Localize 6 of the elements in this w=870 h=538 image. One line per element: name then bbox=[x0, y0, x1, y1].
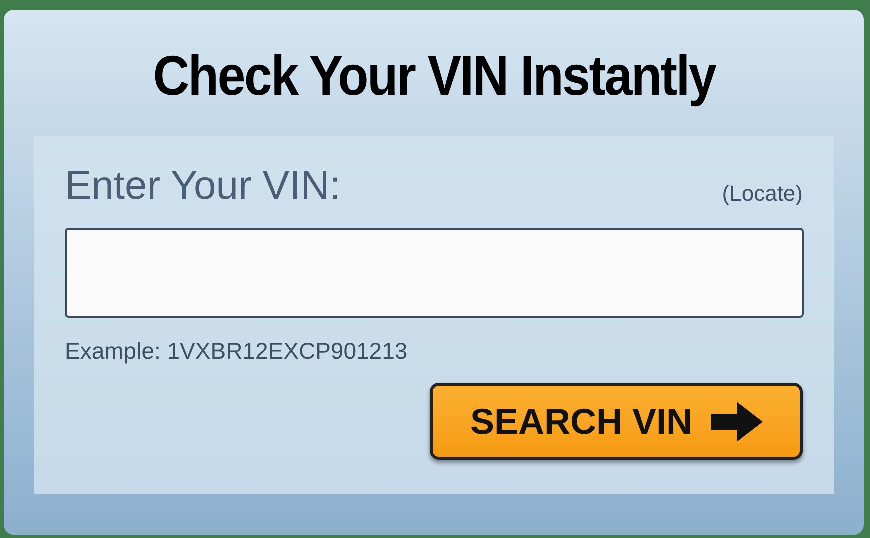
arrow-icon bbox=[710, 402, 763, 442]
example-text: Example: 1VXBR12EXCP901213 bbox=[65, 340, 409, 363]
field-label: Enter Your VIN: bbox=[65, 166, 341, 206]
vin-input-field[interactable] bbox=[65, 228, 804, 318]
search-vin-button[interactable]: SEARCH VIN bbox=[430, 383, 803, 460]
locate-link[interactable]: (Locate) bbox=[722, 183, 803, 205]
